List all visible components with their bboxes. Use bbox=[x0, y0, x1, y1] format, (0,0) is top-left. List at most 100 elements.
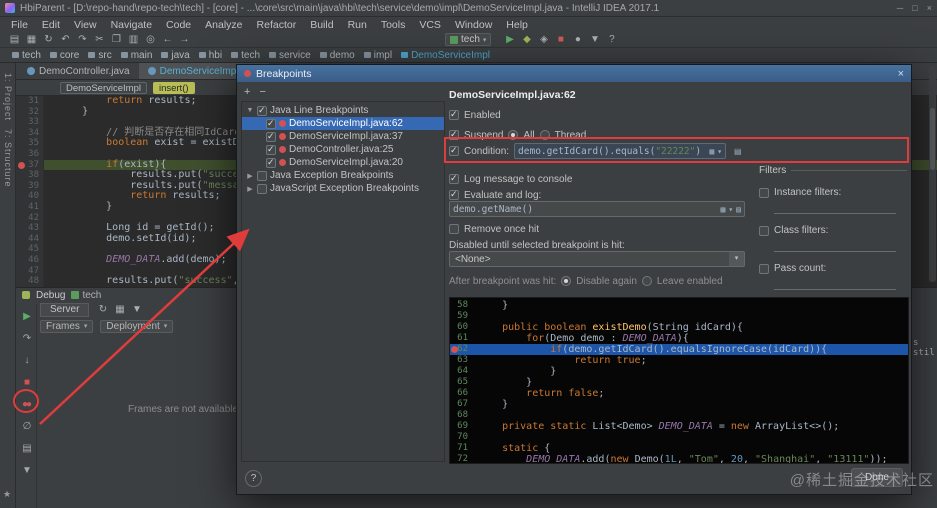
menu-item[interactable]: View bbox=[67, 19, 104, 31]
disabled-until-select[interactable]: <None> ▾ bbox=[449, 251, 745, 267]
editor-scrollbar[interactable] bbox=[929, 66, 936, 282]
debug-tab-label[interactable]: Debug bbox=[36, 290, 65, 301]
sync-icon[interactable]: ↻ bbox=[40, 33, 57, 47]
debug-session[interactable]: tech bbox=[71, 290, 101, 301]
add-breakpoint-icon[interactable]: + bbox=[244, 86, 250, 98]
help-button[interactable]: ? bbox=[245, 470, 262, 487]
breadcrumb-item[interactable]: java bbox=[157, 50, 193, 61]
instance-filters-input[interactable] bbox=[774, 203, 896, 214]
breakpoint-item[interactable]: DemoServiceImpl.java:62 bbox=[242, 117, 444, 130]
dialog-title-bar[interactable]: Breakpoints × bbox=[237, 65, 911, 82]
deployment-select[interactable]: Deployment ▾ bbox=[100, 319, 174, 333]
tree-group-js-exception[interactable]: ▶ JavaScript Exception Breakpoints bbox=[242, 182, 444, 195]
maximize-icon[interactable]: □ bbox=[912, 3, 917, 13]
class-chip[interactable]: DemoServiceImpl bbox=[60, 81, 147, 94]
breakpoint-icon[interactable] bbox=[18, 161, 25, 169]
breadcrumb-item[interactable]: DemoServiceImpl bbox=[397, 50, 494, 61]
settings-icon[interactable]: ▦ bbox=[111, 303, 128, 317]
debug-icon[interactable]: ◆ bbox=[518, 33, 535, 47]
expand-editor-icon[interactable]: ▦ bbox=[721, 205, 726, 214]
updates-icon[interactable]: ▼ bbox=[586, 33, 603, 47]
menu-item[interactable]: Help bbox=[499, 19, 535, 31]
breakpoint-checkbox[interactable] bbox=[266, 144, 276, 155]
menu-item[interactable]: Window bbox=[448, 19, 499, 31]
leave-enabled-radio[interactable] bbox=[641, 276, 652, 286]
find-icon[interactable]: ◎ bbox=[142, 33, 159, 47]
disable-again-radio[interactable] bbox=[561, 276, 572, 286]
restore-layout-icon[interactable]: ▤ bbox=[22, 442, 32, 455]
breadcrumb-item[interactable]: core bbox=[46, 50, 83, 61]
menu-item[interactable]: VCS bbox=[412, 19, 448, 31]
cut-icon[interactable]: ✂ bbox=[91, 33, 108, 47]
menu-item[interactable]: Navigate bbox=[104, 19, 159, 31]
chevron-down-icon[interactable]: ▾ bbox=[728, 205, 733, 214]
remove-once-hit-checkbox[interactable] bbox=[449, 224, 459, 234]
stop-icon[interactable]: ■ bbox=[24, 376, 30, 389]
menu-item[interactable]: Run bbox=[341, 19, 374, 31]
forward-icon[interactable]: → bbox=[176, 33, 193, 47]
breadcrumb-item[interactable]: impl bbox=[360, 50, 396, 61]
breakpoint-icon[interactable] bbox=[451, 346, 458, 353]
mute-breakpoints-icon[interactable]: ∅ bbox=[23, 420, 32, 433]
breadcrumb-item[interactable]: service bbox=[265, 50, 315, 61]
expander-open-icon[interactable]: ▼ bbox=[246, 107, 254, 114]
scrollbar-thumb[interactable] bbox=[930, 108, 935, 170]
class-filters-input[interactable] bbox=[774, 241, 896, 252]
frames-select[interactable]: Frames ▾ bbox=[40, 319, 94, 333]
tab-democontroller[interactable]: DemoController.java bbox=[18, 63, 139, 79]
menu-item[interactable]: Code bbox=[159, 19, 198, 31]
more-icon[interactable]: ▼ bbox=[128, 303, 145, 317]
breadcrumb-item[interactable]: hbi bbox=[195, 50, 226, 61]
step-into-icon[interactable]: ↓ bbox=[25, 354, 30, 367]
collapse-icon[interactable]: ▼ bbox=[22, 464, 32, 477]
instance-filters-checkbox[interactable] bbox=[759, 187, 769, 198]
group-checkbox[interactable] bbox=[257, 105, 267, 116]
expander-closed-icon[interactable]: ▶ bbox=[246, 172, 254, 180]
run-config-select[interactable]: tech ▾ bbox=[445, 33, 492, 46]
breadcrumb-item[interactable]: demo bbox=[316, 50, 359, 61]
pass-count-input[interactable] bbox=[774, 279, 896, 290]
breakpoint-checkbox[interactable] bbox=[266, 118, 276, 129]
pass-count-checkbox[interactable] bbox=[759, 263, 769, 274]
tab-server[interactable]: Server bbox=[40, 303, 90, 317]
breakpoints-tree[interactable]: ▼ Java Line Breakpoints DemoServiceImpl.… bbox=[241, 101, 445, 462]
rerun-icon[interactable]: ↻ bbox=[94, 303, 111, 317]
evaluate-checkbox[interactable] bbox=[449, 189, 459, 200]
back-icon[interactable]: ← bbox=[159, 33, 176, 47]
close-icon[interactable]: × bbox=[927, 3, 932, 13]
breakpoint-item[interactable]: DemoServiceImpl.java:37 bbox=[242, 130, 444, 143]
class-filters-checkbox[interactable] bbox=[759, 225, 769, 236]
close-icon[interactable]: × bbox=[898, 68, 904, 80]
expander-closed-icon[interactable]: ▶ bbox=[246, 185, 254, 193]
history-icon[interactable]: ▤ bbox=[736, 205, 741, 214]
method-chip[interactable]: insert() bbox=[152, 81, 195, 94]
minimize-icon[interactable]: ─ bbox=[897, 3, 903, 13]
run-icon[interactable]: ▶ bbox=[501, 33, 518, 47]
undo-icon[interactable]: ↶ bbox=[57, 33, 74, 47]
tool-button-structure[interactable]: 7: Structure bbox=[3, 129, 13, 188]
favorites-icon[interactable]: ★ bbox=[3, 489, 11, 500]
menu-item[interactable]: Refactor bbox=[250, 19, 304, 31]
breakpoint-checkbox[interactable] bbox=[266, 131, 276, 142]
group-checkbox[interactable] bbox=[257, 183, 267, 194]
open-icon[interactable]: ▤ bbox=[6, 33, 23, 47]
remove-breakpoint-icon[interactable]: − bbox=[259, 86, 265, 98]
group-checkbox[interactable] bbox=[257, 170, 267, 181]
resume-icon[interactable]: ▶ bbox=[23, 310, 31, 323]
save-all-icon[interactable]: ▦ bbox=[23, 33, 40, 47]
breadcrumb-item[interactable]: main bbox=[117, 50, 157, 61]
menu-item[interactable]: File bbox=[4, 19, 35, 31]
paste-icon[interactable]: ▥ bbox=[125, 33, 142, 47]
tree-group-java-line[interactable]: ▼ Java Line Breakpoints bbox=[242, 104, 444, 117]
breadcrumb-item[interactable]: tech bbox=[8, 50, 45, 61]
step-over-icon[interactable]: ↷ bbox=[23, 332, 32, 345]
enabled-checkbox[interactable] bbox=[449, 109, 459, 120]
menu-item[interactable]: Edit bbox=[35, 19, 67, 31]
tree-group-java-exception[interactable]: ▶ Java Exception Breakpoints bbox=[242, 169, 444, 182]
breakpoint-checkbox[interactable] bbox=[266, 157, 276, 168]
log-message-checkbox[interactable] bbox=[449, 173, 459, 184]
help-icon[interactable]: ? bbox=[603, 33, 620, 47]
coverage-icon[interactable]: ◈ bbox=[535, 33, 552, 47]
redo-icon[interactable]: ↷ bbox=[74, 33, 91, 47]
breadcrumb-item[interactable]: src bbox=[84, 50, 115, 61]
